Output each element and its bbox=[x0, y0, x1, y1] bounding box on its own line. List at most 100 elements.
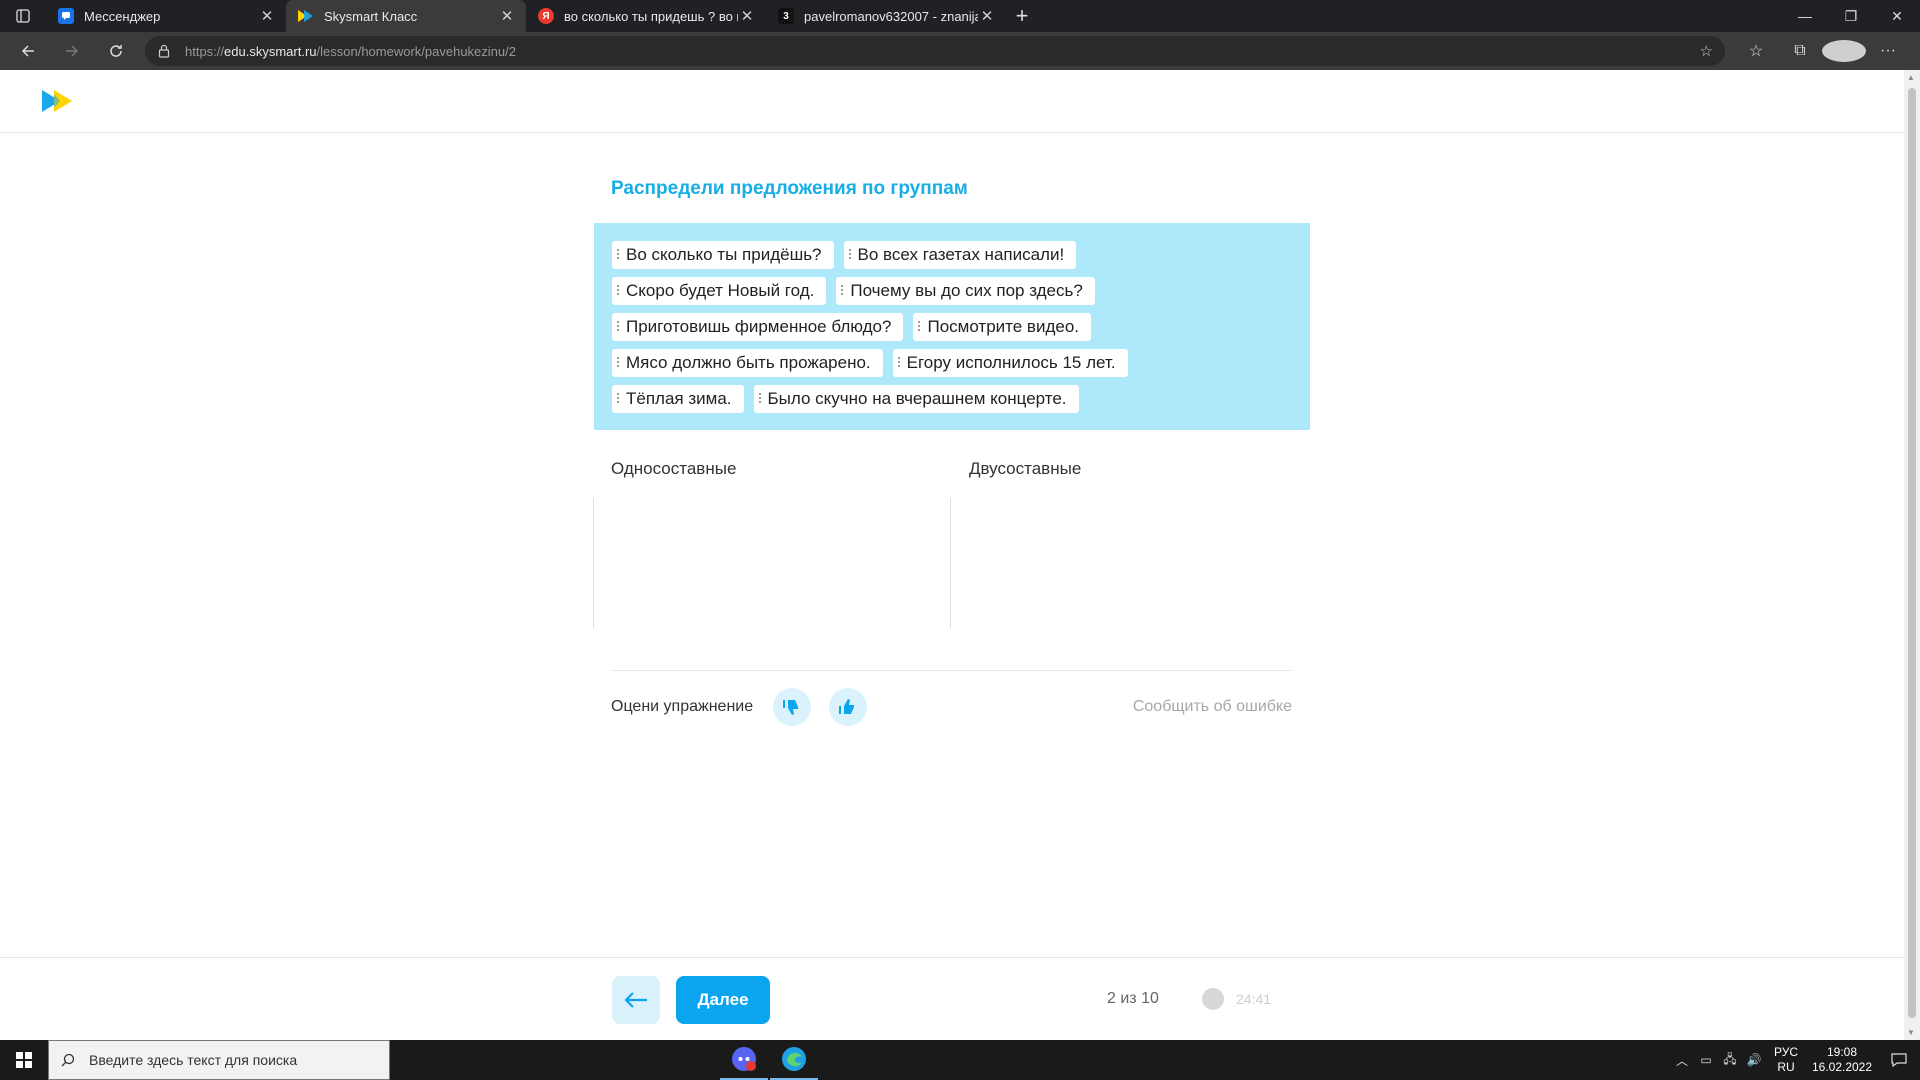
pool-row: Тёплая зима. Было скучно на вчерашнем ко… bbox=[612, 385, 1296, 421]
back-nav-button[interactable] bbox=[6, 43, 50, 59]
taskbar-app-discord[interactable] bbox=[720, 1040, 768, 1080]
close-tab-icon[interactable]: ✕ bbox=[738, 7, 756, 25]
edge-browser-icon bbox=[782, 1047, 806, 1071]
lesson-footer: Далее 2 из 10 24:41 bbox=[0, 957, 1904, 1040]
sentence-chip[interactable]: Скоро будет Новый год. bbox=[612, 277, 827, 305]
tab-znanija[interactable]: 3 pavelromanov632007 - znanija.c ✕ bbox=[766, 0, 1006, 32]
minimize-icon[interactable]: — bbox=[1782, 0, 1828, 32]
drag-handle-icon bbox=[841, 285, 844, 297]
new-tab-button[interactable]: + bbox=[1006, 0, 1038, 32]
tab-yandex-search[interactable]: Я во сколько ты придешь ? во вс ✕ bbox=[526, 0, 766, 32]
taskbar-search-box[interactable]: Введите здесь текст для поиска bbox=[48, 1040, 390, 1080]
drag-handle-icon bbox=[617, 249, 619, 261]
scroll-up-icon[interactable]: ▲ bbox=[1907, 73, 1915, 82]
windows-icon bbox=[16, 1052, 32, 1068]
close-tab-icon[interactable]: ✕ bbox=[978, 7, 996, 25]
drag-handle-icon bbox=[617, 321, 619, 333]
yandex-favicon-icon: Я bbox=[538, 8, 554, 24]
scrollbar-thumb[interactable] bbox=[1908, 88, 1916, 1018]
report-error-link[interactable]: Сообщить об ошибке bbox=[1133, 698, 1292, 716]
clock-icon bbox=[1202, 988, 1224, 1010]
timer: 24:41 bbox=[1202, 988, 1271, 1010]
close-tab-icon[interactable]: ✕ bbox=[258, 7, 276, 25]
tab-actions-button[interactable] bbox=[0, 0, 46, 32]
forward-nav-button[interactable] bbox=[50, 43, 94, 59]
messenger-favicon-icon bbox=[58, 8, 74, 24]
task-title: Распредели предложения по группам bbox=[611, 178, 968, 199]
start-button[interactable] bbox=[0, 1040, 48, 1080]
sentence-chip[interactable]: Егору исполнилось 15 лет. bbox=[892, 349, 1128, 377]
sentence-chip[interactable]: Было скучно на вчерашнем концерте. bbox=[753, 385, 1079, 413]
znanija-favicon-icon: 3 bbox=[778, 8, 794, 24]
tab-actions-icon bbox=[16, 9, 30, 23]
sentence-chip[interactable]: Приготовишь фирменное блюдо? bbox=[612, 313, 904, 341]
browser-tab-bar: Мессенджер ✕ Skysmart Класс ✕ Я во сколь… bbox=[0, 0, 1920, 32]
skysmart-logo-icon bbox=[42, 90, 72, 112]
reload-icon bbox=[110, 45, 122, 57]
language-indicator[interactable]: РУС RU bbox=[1766, 1045, 1806, 1075]
thumbs-up-icon bbox=[839, 699, 854, 714]
restore-icon[interactable]: ❐ bbox=[1828, 0, 1874, 32]
url-text: https://edu.skysmart.ru/lesson/homework/… bbox=[185, 43, 516, 59]
favorites-icon[interactable]: ☆ bbox=[1734, 41, 1778, 61]
avatar bbox=[1822, 40, 1866, 62]
close-window-icon[interactable]: ✕ bbox=[1874, 0, 1920, 32]
volume-icon[interactable]: 🔊 bbox=[1742, 1053, 1766, 1067]
page-content: Распредели предложения по группам Во ско… bbox=[0, 70, 1904, 1040]
taskbar-app-edge[interactable] bbox=[770, 1040, 818, 1080]
drag-handle-icon bbox=[617, 393, 619, 405]
sentence-chip[interactable]: Во всех газетах написали! bbox=[843, 241, 1077, 269]
drop-zone-two-part[interactable] bbox=[950, 498, 1310, 628]
drag-handle-icon bbox=[617, 357, 619, 369]
drop-zone-one-part[interactable] bbox=[593, 498, 950, 628]
reload-button[interactable] bbox=[94, 43, 138, 59]
network-icon[interactable]: 🖧 bbox=[1718, 1050, 1742, 1071]
sentence-chip[interactable]: Мясо должно быть прожарено. bbox=[612, 349, 883, 377]
previous-step-button[interactable] bbox=[612, 976, 660, 1024]
sentence-chip[interactable]: Тёплая зима. bbox=[612, 385, 744, 413]
sentence-chip[interactable]: Во сколько ты придёшь? bbox=[612, 241, 834, 269]
profile-button[interactable] bbox=[1822, 40, 1866, 62]
tab-skysmart[interactable]: Skysmart Класс ✕ bbox=[286, 0, 526, 32]
sentence-pool[interactable]: Во сколько ты придёшь? Во всех газетах н… bbox=[594, 223, 1310, 430]
search-icon bbox=[61, 1053, 75, 1067]
rate-label: Оцени упражнение bbox=[611, 698, 754, 715]
pool-row: Скоро будет Новый год. Почему вы до сих … bbox=[612, 277, 1296, 313]
add-favorite-icon[interactable]: ☆ bbox=[1700, 42, 1713, 60]
sentence-chip[interactable]: Посмотрите видео. bbox=[913, 313, 1091, 341]
sentence-chip[interactable]: Почему вы до сих пор здесь? bbox=[836, 277, 1095, 305]
tab-title: Skysmart Класс bbox=[324, 8, 418, 24]
drag-handle-icon bbox=[758, 393, 761, 405]
skysmart-favicon-icon bbox=[298, 8, 314, 24]
pool-row: Приготовишь фирменное блюдо? Посмотрите … bbox=[612, 313, 1296, 349]
collections-icon[interactable]: ⧉ bbox=[1778, 42, 1822, 60]
thumbs-up-button[interactable] bbox=[829, 688, 867, 726]
skysmart-logo[interactable] bbox=[40, 88, 76, 119]
drag-handle-icon bbox=[918, 321, 921, 333]
chevron-up-icon[interactable]: ︿ bbox=[1670, 1052, 1694, 1069]
toolbar-right: ☆ ⧉ ··· bbox=[1734, 32, 1910, 70]
thumbs-down-button[interactable] bbox=[773, 688, 811, 726]
system-clock[interactable]: 19:08 16.02.2022 bbox=[1806, 1045, 1878, 1075]
window-controls: — ❐ ✕ bbox=[1782, 0, 1920, 32]
address-bar[interactable]: https://edu.skysmart.ru/lesson/homework/… bbox=[145, 36, 1725, 66]
meet-now-icon[interactable]: ▭ bbox=[1694, 1053, 1718, 1067]
scroll-down-icon[interactable]: ▼ bbox=[1907, 1028, 1915, 1037]
tab-messenger[interactable]: Мессенджер ✕ bbox=[46, 0, 286, 32]
pool-row: Мясо должно быть прожарено. Егору исполн… bbox=[612, 349, 1296, 385]
tab-title: pavelromanov632007 - znanija.c bbox=[804, 8, 978, 24]
page-scrollbar[interactable]: ▲ ▼ bbox=[1904, 70, 1920, 1040]
more-menu-icon[interactable]: ··· bbox=[1866, 42, 1910, 60]
close-tab-icon[interactable]: ✕ bbox=[498, 7, 516, 25]
discord-icon bbox=[732, 1047, 756, 1071]
tab-title: во сколько ты придешь ? во вс bbox=[564, 8, 738, 24]
group-title-one-part: Односоставные bbox=[611, 459, 737, 478]
arrow-left-icon bbox=[624, 992, 647, 1008]
search-placeholder: Введите здесь текст для поиска bbox=[89, 1052, 298, 1068]
next-button[interactable]: Далее bbox=[676, 976, 770, 1024]
step-progress: 2 из 10 bbox=[1107, 990, 1159, 1007]
arrow-right-icon bbox=[66, 45, 79, 57]
thumbs-down-icon bbox=[783, 700, 798, 715]
drag-handle-icon bbox=[617, 285, 619, 297]
notification-center-button[interactable] bbox=[1878, 1053, 1920, 1067]
